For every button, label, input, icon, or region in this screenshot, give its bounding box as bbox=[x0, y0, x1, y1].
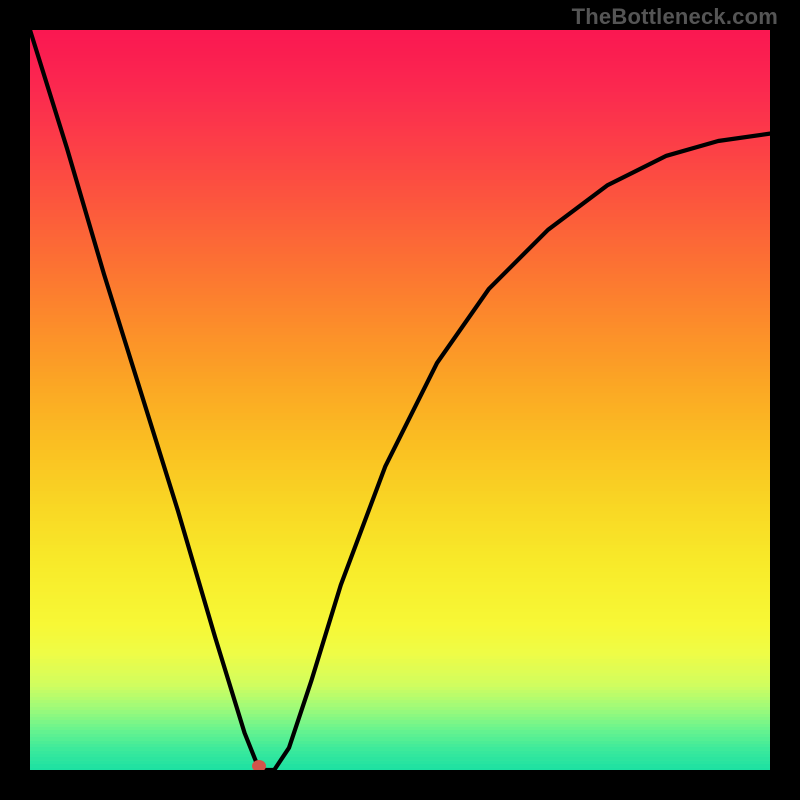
watermark-text: TheBottleneck.com bbox=[572, 4, 778, 30]
bottleneck-curve bbox=[30, 30, 770, 770]
plot-area bbox=[30, 30, 770, 770]
curve-min-marker bbox=[252, 760, 266, 770]
chart-frame: TheBottleneck.com bbox=[0, 0, 800, 800]
